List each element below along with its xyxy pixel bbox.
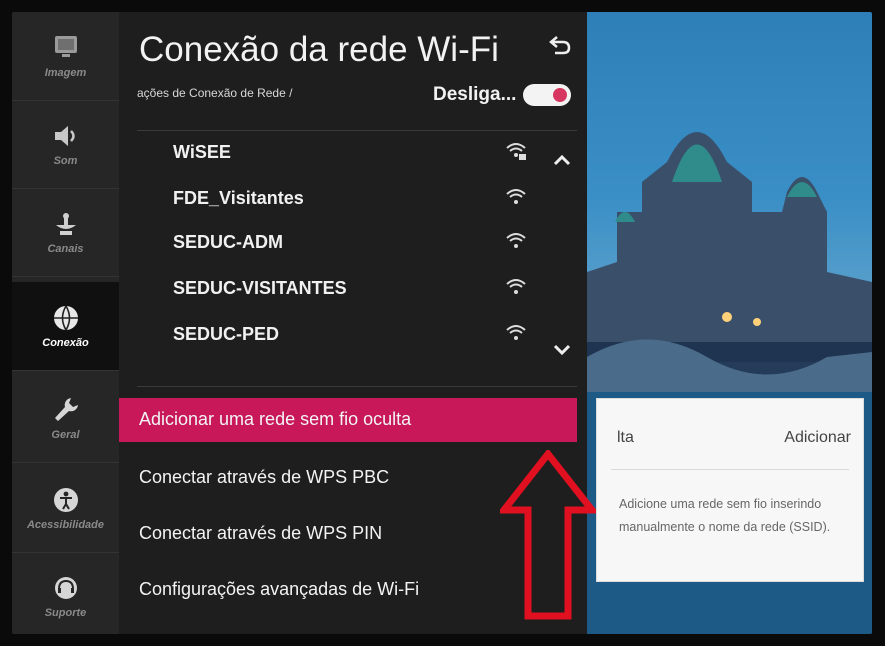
wifi-icon xyxy=(506,189,526,204)
sidebar-item-label: Imagem xyxy=(44,67,87,79)
speaker-icon xyxy=(54,126,75,146)
network-item-seduc-ped[interactable]: SEDUC-PED xyxy=(173,320,526,350)
scroll-down-icon[interactable] xyxy=(551,342,573,358)
network-item-seduc-adm[interactable]: SEDUC-ADM xyxy=(173,228,526,258)
sidebar-item-label: Canais xyxy=(47,243,84,255)
wifi-icon xyxy=(506,279,526,294)
option-label: Adicionar uma rede sem fio oculta xyxy=(139,409,412,429)
wifi-icon xyxy=(506,233,526,248)
page-title: Conexão da rede Wi-Fi xyxy=(139,30,499,69)
sidebar-item-label: Som xyxy=(53,155,78,167)
option-label: Configurações avançadas de Wi-Fi xyxy=(139,579,420,599)
sidebar-item-geral[interactable]: Geral xyxy=(12,374,119,463)
network-item-wisee[interactable]: WiSEE xyxy=(173,138,526,168)
tv-screen: Imagem Som Canais Conexão Geral Acessibi… xyxy=(12,12,872,634)
sidebar-item-acessibilidade[interactable]: Acessibilidade xyxy=(12,464,119,553)
scroll-up-icon[interactable] xyxy=(551,152,573,168)
wrench-icon xyxy=(54,398,78,421)
sidebar-item-conexao[interactable]: Conexão xyxy=(12,282,119,371)
wifi-icon xyxy=(506,325,526,340)
network-name: SEDUC-VISITANTES xyxy=(173,278,347,298)
network-name: SEDUC-PED xyxy=(173,324,280,344)
help-tooltip: lta Adicionar Adicione uma rede sem fio … xyxy=(596,398,864,582)
globe-icon xyxy=(53,305,78,331)
settings-sidebar: Imagem Som Canais Conexão Geral Acessibi… xyxy=(12,12,119,634)
divider xyxy=(137,386,577,387)
option-label: Conectar através de WPS PIN xyxy=(139,523,383,543)
wifi-toggle-label: Desliga... xyxy=(433,84,517,105)
toggle-knob xyxy=(553,88,567,102)
wifi-toggle[interactable] xyxy=(523,84,571,106)
antenna-icon xyxy=(55,213,76,235)
wifi-lock-icon xyxy=(506,143,526,160)
tooltip-action: Adicionar xyxy=(784,429,851,446)
accessibility-icon xyxy=(53,488,78,512)
network-item-fde-visitantes[interactable]: FDE_Visitantes xyxy=(173,184,526,214)
picture-icon xyxy=(54,36,77,57)
headset-icon xyxy=(54,577,77,599)
sidebar-item-suporte[interactable]: Suporte xyxy=(12,552,119,634)
sidebar-item-imagem[interactable]: Imagem xyxy=(12,12,119,101)
divider xyxy=(611,469,849,470)
back-icon[interactable] xyxy=(547,32,573,58)
network-name: FDE_Visitantes xyxy=(173,188,304,208)
sidebar-item-som[interactable]: Som xyxy=(12,100,119,189)
sidebar-item-label: Geral xyxy=(51,429,80,441)
breadcrumb: ações de Conexão de Rede / xyxy=(137,86,293,100)
divider xyxy=(137,130,577,131)
sidebar-item-label: Acessibilidade xyxy=(26,519,105,531)
sidebar-item-label: Conexão xyxy=(42,337,89,349)
red-arrow-annotation xyxy=(500,450,596,620)
add-hidden-network-button[interactable]: Adicionar uma rede sem fio oculta xyxy=(119,398,577,442)
network-name: WiSEE xyxy=(173,142,231,162)
network-item-seduc-visitantes[interactable]: SEDUC-VISITANTES xyxy=(173,274,526,304)
option-label: Conectar através de WPS PBC xyxy=(139,467,390,487)
network-name: SEDUC-ADM xyxy=(173,232,283,252)
sidebar-item-canais[interactable]: Canais xyxy=(12,188,119,277)
tooltip-title: lta xyxy=(617,429,634,446)
sidebar-item-label: Suporte xyxy=(44,607,87,619)
tooltip-body: Adicione uma rede sem fio inserindo manu… xyxy=(619,497,831,534)
